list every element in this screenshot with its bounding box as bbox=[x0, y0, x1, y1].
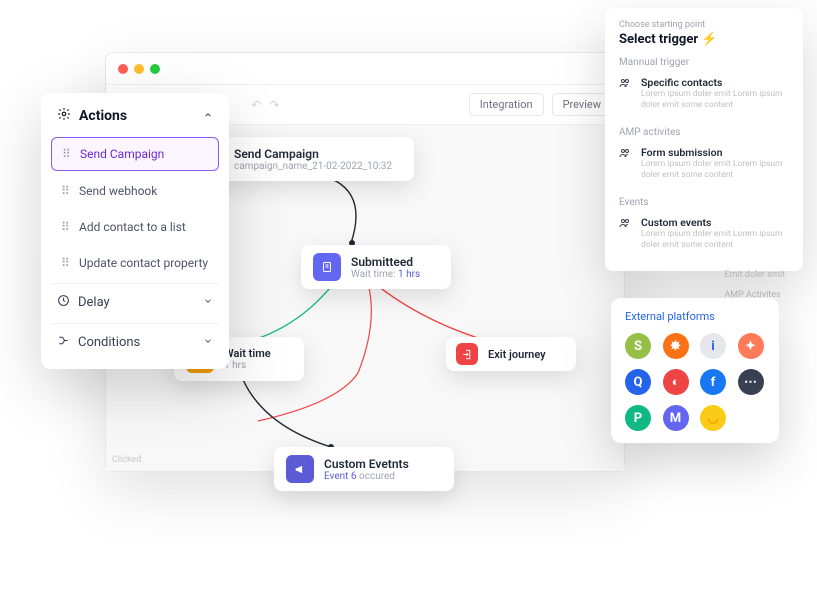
window-max-dot[interactable] bbox=[150, 64, 160, 74]
exit-icon bbox=[456, 343, 478, 365]
platform-facebook-icon[interactable]: f bbox=[700, 369, 726, 395]
titlebar bbox=[106, 53, 624, 85]
actions-title: Actions bbox=[79, 108, 127, 124]
node-exit-journey[interactable]: Exit journey bbox=[446, 337, 576, 371]
chevron-down-icon bbox=[203, 335, 213, 350]
trigger-item-desc: Lorem ipsum doler emit Lorem ipsum doler… bbox=[641, 89, 789, 111]
trigger-item-desc: Lorem ipsum doler emit Lorem ipsum doler… bbox=[641, 159, 789, 181]
node-subtitle: 1 hrs bbox=[224, 360, 271, 371]
megaphone-icon bbox=[286, 455, 314, 483]
redo-icon[interactable]: ↷ bbox=[269, 98, 279, 112]
grip-icon: ⠿ bbox=[61, 220, 71, 234]
chevron-down-icon bbox=[203, 295, 213, 310]
node-title: Exit journey bbox=[488, 348, 546, 361]
branch-icon bbox=[57, 334, 70, 351]
clock-icon bbox=[57, 294, 70, 311]
actions-panel: Actions ⠿ Send Campaign ⠿ Send webhook ⠿… bbox=[41, 93, 229, 369]
node-title: Send Campaign bbox=[234, 147, 392, 161]
action-label: Update contact property bbox=[79, 256, 208, 270]
trigger-panel: Choose starting point Select trigger ⚡ M… bbox=[605, 8, 803, 271]
platform-hubspot-icon[interactable]: ✦ bbox=[738, 333, 764, 359]
trigger-item-desc: Lorem ipsum doler emit Lorem ipsum doler… bbox=[641, 229, 789, 251]
trigger-group-manual: Mannual trigger bbox=[619, 57, 789, 68]
trigger-group-events: Events bbox=[619, 197, 789, 208]
trigger-item-title: Custom events bbox=[641, 216, 789, 229]
integration-button[interactable]: Integration bbox=[469, 93, 544, 116]
section-label: Delay bbox=[78, 295, 110, 310]
section-conditions[interactable]: Conditions bbox=[51, 323, 219, 359]
section-delay[interactable]: Delay bbox=[51, 283, 219, 319]
platform-m-logo-icon[interactable]: M bbox=[663, 405, 689, 431]
node-subtitle: Wait time: 1 hrs bbox=[351, 269, 420, 280]
platform-info-icon[interactable]: i bbox=[700, 333, 726, 359]
node-submitted[interactable]: Submitteed Wait time: 1 hrs bbox=[301, 245, 451, 289]
node-subtitle: campaign_name_21-02-2022_10:32 bbox=[234, 161, 392, 172]
trigger-group-amp: AMP activites bbox=[619, 127, 789, 138]
node-title: Wait time bbox=[224, 347, 271, 360]
action-label: Send Campaign bbox=[80, 147, 164, 161]
node-custom-events[interactable]: Custom Evetnts Event 6 occured bbox=[274, 447, 454, 491]
platform-dots-icon[interactable]: ⋯ bbox=[738, 369, 764, 395]
node-title: Custom Evetnts bbox=[324, 457, 409, 471]
form-icon bbox=[313, 253, 341, 281]
trigger-eyebrow: Choose starting point bbox=[619, 20, 789, 30]
trigger-form-submission[interactable]: Form submissionLorem ipsum doler emit Lo… bbox=[619, 142, 789, 189]
bg-label-a: Emit doler emit bbox=[724, 270, 785, 280]
gear-icon bbox=[57, 107, 71, 125]
action-send-campaign[interactable]: ⠿ Send Campaign bbox=[51, 137, 219, 171]
people-icon bbox=[619, 76, 633, 111]
node-subtitle: Event 6 occured bbox=[324, 471, 409, 482]
platform-crescent-icon[interactable]: ◐ bbox=[663, 369, 689, 395]
action-send-webhook[interactable]: ⠿ Send webhook bbox=[51, 175, 219, 207]
platform-shopify-icon[interactable]: S bbox=[625, 333, 651, 359]
platform-smile-icon[interactable]: ◡ bbox=[700, 405, 726, 431]
action-update-contact[interactable]: ⠿ Update contact property bbox=[51, 247, 219, 279]
node-title: Submitteed bbox=[351, 255, 420, 269]
action-label: Add contact to a list bbox=[79, 220, 186, 234]
platforms-panel: External platforms S ✸ i ✦ Q ◐ f ⋯ PM ◡ bbox=[611, 298, 779, 443]
platforms-title: External platforms bbox=[625, 310, 765, 323]
platform-sun-icon[interactable]: ✸ bbox=[663, 333, 689, 359]
trigger-specific-contacts[interactable]: Specific contactsLorem ipsum doler emit … bbox=[619, 72, 789, 119]
rail-text-clicked: Clicked bbox=[112, 455, 141, 465]
trigger-title: Select trigger ⚡ bbox=[619, 32, 789, 47]
window-close-dot[interactable] bbox=[118, 64, 128, 74]
people-icon bbox=[619, 146, 633, 181]
action-label: Send webhook bbox=[79, 184, 157, 198]
people-icon bbox=[619, 216, 633, 251]
undo-icon[interactable]: ↶ bbox=[251, 98, 261, 112]
trigger-custom-events[interactable]: Custom eventsLorem ipsum doler emit Lore… bbox=[619, 212, 789, 259]
trigger-item-title: Form submission bbox=[641, 146, 789, 159]
bolt-icon: ⚡ bbox=[701, 32, 717, 47]
window-min-dot[interactable] bbox=[134, 64, 144, 74]
action-add-contact[interactable]: ⠿ Add contact to a list bbox=[51, 211, 219, 243]
platform-quickbooks-icon[interactable]: Q bbox=[625, 369, 651, 395]
preview-button[interactable]: Preview bbox=[552, 93, 612, 116]
grip-icon: ⠿ bbox=[62, 147, 72, 161]
section-label: Conditions bbox=[78, 335, 140, 350]
grip-icon: ⠿ bbox=[61, 256, 71, 270]
platform-pipedrive-icon[interactable]: P bbox=[625, 405, 651, 431]
grip-icon: ⠿ bbox=[61, 184, 71, 198]
chevron-up-icon[interactable] bbox=[203, 108, 213, 124]
trigger-item-title: Specific contacts bbox=[641, 76, 789, 89]
